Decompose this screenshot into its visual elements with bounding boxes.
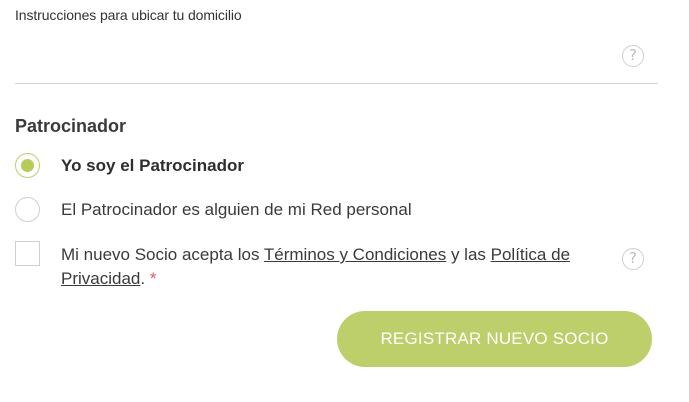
radio-button-selected[interactable] [15, 153, 40, 178]
terms-text: Mi nuevo Socio acepta los Términos y Con… [61, 243, 601, 291]
terms-text-after: . [140, 269, 146, 288]
radio-button[interactable] [15, 197, 40, 222]
required-asterisk: * [149, 269, 157, 288]
radio-option-sponsor-in-network[interactable]: El Patrocinador es alguien de mi Red per… [15, 197, 412, 222]
terms-conditions-link[interactable]: Términos y Condiciones [264, 245, 446, 264]
instructions-label: Instrucciones para ubicar tu domicilio [15, 7, 242, 23]
radio-option-i-am-sponsor[interactable]: Yo soy el Patrocinador [15, 153, 244, 178]
question-circle-icon[interactable]: ? [622, 45, 644, 67]
terms-checkbox[interactable] [15, 241, 40, 266]
instructions-input[interactable] [15, 30, 658, 84]
register-new-member-button[interactable]: REGISTRAR NUEVO SOCIO [337, 311, 652, 367]
terms-text-middle: y las [446, 245, 491, 264]
sponsor-section-title: Patrocinador [15, 116, 127, 136]
radio-label: El Patrocinador es alguien de mi Red per… [61, 199, 412, 219]
terms-text-before: Mi nuevo Socio acepta los [61, 245, 264, 264]
radio-label: Yo soy el Patrocinador [61, 155, 244, 175]
question-circle-icon[interactable]: ? [622, 248, 644, 270]
